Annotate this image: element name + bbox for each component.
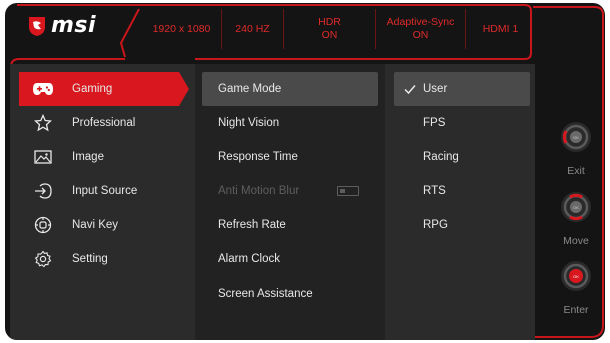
- svg-text:OK: OK: [573, 205, 579, 210]
- menu-item-label: Professional: [72, 117, 136, 129]
- option-user[interactable]: User: [394, 72, 530, 106]
- option-label: RPG: [423, 219, 448, 231]
- settings-gear-icon: [32, 248, 54, 270]
- option-rpg[interactable]: RPG: [385, 208, 535, 242]
- status-adaptive-sync: Adaptive-Sync ON: [375, 9, 465, 49]
- osd-window: msi 1920 x 1080 240 HZ HDR ON Adaptive-S…: [5, 3, 605, 340]
- menu-item-label: Setting: [72, 253, 108, 265]
- submenu-item-night-vision[interactable]: Night Vision: [195, 106, 385, 140]
- main-menu: Gaming Professional Image Input Source N…: [10, 64, 195, 340]
- osd-header: msi 1920 x 1080 240 HZ HDR ON Adaptive-S…: [5, 3, 535, 59]
- status-bar: 1920 x 1080 240 HZ HDR ON Adaptive-Sync …: [142, 9, 535, 49]
- control-label: Move: [563, 235, 589, 247]
- option-label: RTS: [423, 185, 446, 197]
- menu-item-image[interactable]: Image: [10, 140, 195, 174]
- submenu-item-label: Refresh Rate: [218, 219, 286, 231]
- menu-item-gaming[interactable]: Gaming: [19, 72, 189, 106]
- control-hint-move: OK Move: [553, 190, 599, 247]
- menu-item-label: Image: [72, 151, 104, 163]
- gamepad-icon: [32, 78, 54, 100]
- option-label: FPS: [423, 117, 446, 129]
- submenu-item-anti-motion-blur: Anti Motion Blur: [195, 174, 385, 208]
- navi-key-icon: [32, 214, 54, 236]
- menu-item-setting[interactable]: Setting: [10, 242, 195, 276]
- brand-name: msi: [51, 13, 97, 38]
- joystick-press-icon: OK: [561, 261, 591, 291]
- msi-logo: msi: [27, 13, 96, 38]
- menu-item-navi-key[interactable]: Navi Key: [10, 208, 195, 242]
- option-label: User: [423, 83, 448, 95]
- image-icon: [32, 146, 54, 168]
- control-label: Enter: [563, 304, 589, 316]
- anti-motion-blur-toggle: [337, 186, 359, 196]
- submenu-item-label: Response Time: [218, 151, 298, 163]
- game-mode-options: User FPS Racing RTS RPG: [385, 64, 535, 340]
- option-rts[interactable]: RTS: [385, 174, 535, 208]
- checkmark-icon: [404, 85, 416, 95]
- menu-item-label: Input Source: [72, 185, 138, 197]
- submenu-item-label: Screen Assistance: [218, 288, 313, 300]
- submenu-item-screen-assistance[interactable]: Screen Assistance: [195, 277, 385, 311]
- status-input: HDMI 1: [465, 9, 535, 49]
- joystick-left-icon: OK: [561, 122, 591, 152]
- submenu-item-label: Alarm Clock: [218, 253, 280, 265]
- joystick-up-down-icon: OK: [561, 192, 591, 222]
- submenu: Game Mode Night Vision Response Time Ant…: [195, 64, 385, 340]
- menu-item-label: Gaming: [72, 83, 113, 95]
- control-hint-enter: OK Enter: [553, 259, 599, 316]
- option-label: Racing: [423, 151, 459, 163]
- star-icon: [32, 112, 54, 134]
- submenu-item-refresh-rate[interactable]: Refresh Rate: [195, 208, 385, 242]
- option-fps[interactable]: FPS: [385, 106, 535, 140]
- control-hint-exit: OK Exit: [553, 120, 599, 177]
- submenu-item-label: Anti Motion Blur: [218, 185, 300, 197]
- menu-item-label: Navi Key: [72, 219, 119, 231]
- submenu-item-label: Game Mode: [218, 83, 282, 95]
- control-label: Exit: [567, 165, 585, 177]
- submenu-item-label: Night Vision: [218, 117, 280, 129]
- submenu-item-game-mode[interactable]: Game Mode: [202, 72, 378, 106]
- dragon-shield-icon: [29, 16, 45, 36]
- status-refresh-rate: 240 HZ: [221, 9, 283, 49]
- svg-text:OK: OK: [573, 274, 579, 279]
- option-racing[interactable]: Racing: [385, 140, 535, 174]
- status-hdr: HDR ON: [283, 9, 375, 49]
- menu-item-professional[interactable]: Professional: [10, 106, 195, 140]
- menu-item-input-source[interactable]: Input Source: [10, 174, 195, 208]
- svg-text:OK: OK: [573, 135, 579, 140]
- status-resolution: 1920 x 1080: [152, 22, 211, 35]
- submenu-item-alarm-clock[interactable]: Alarm Clock: [195, 242, 385, 276]
- submenu-item-response-time[interactable]: Response Time: [195, 140, 385, 174]
- input-source-icon: [32, 180, 54, 202]
